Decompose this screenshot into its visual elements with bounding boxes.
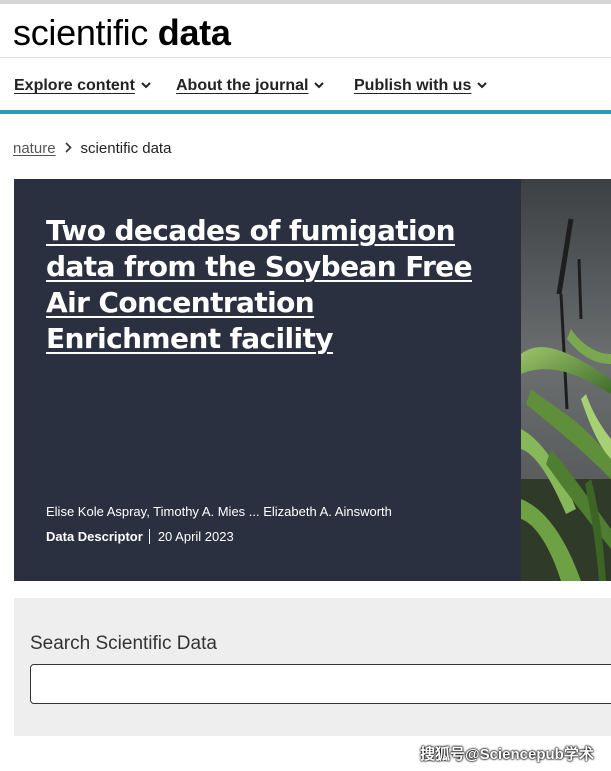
logo-text-bold: data [157,12,231,53]
nav-about-journal-label: About the journal [176,77,309,94]
publication-date: 20 April 2023 [157,529,234,544]
nav-explore-content[interactable]: Explore content [14,76,151,100]
nav-publish-with-us[interactable]: Publish with us [354,76,488,100]
breadcrumb-current: scientific data [80,140,172,157]
breadcrumb-nature-link[interactable]: nature [13,140,56,157]
nav-publish-with-us-label: Publish with us [354,77,472,94]
logo-text-light: scientific [13,12,149,53]
chevron-down-icon [141,76,151,94]
article-type: Data Descriptor [46,529,150,544]
article-hero: Two decades of fumigation data from the … [14,179,611,581]
chevron-down-icon [477,76,488,94]
watermark-text: 搜狐号@Sciencepub学术 [420,746,594,763]
hero-text-panel: Two decades of fumigation data from the … [14,179,521,581]
nav-explore-content-label: Explore content [14,77,135,94]
site-header: scientific data [0,4,611,58]
journal-logo[interactable]: scientific data [13,13,231,53]
journal-search-section: Search Scientific Data [14,598,611,736]
chevron-right-icon [64,140,72,157]
article-title-link[interactable]: Two decades of fumigation data from the … [46,213,496,357]
corn-field-image [521,179,611,581]
article-meta: Data Descriptor 20 April 2023 [46,529,234,544]
article-authors: Elise Kole Aspray, Timothy A. Mies ... E… [46,504,392,519]
chevron-down-icon [314,76,325,94]
search-input[interactable] [30,664,611,704]
nav-about-journal[interactable]: About the journal [176,76,325,100]
search-label: Search Scientific Data [30,633,217,654]
breadcrumb: nature scientific data [13,140,171,160]
main-nav: Explore content About the journal Publis… [0,59,611,114]
